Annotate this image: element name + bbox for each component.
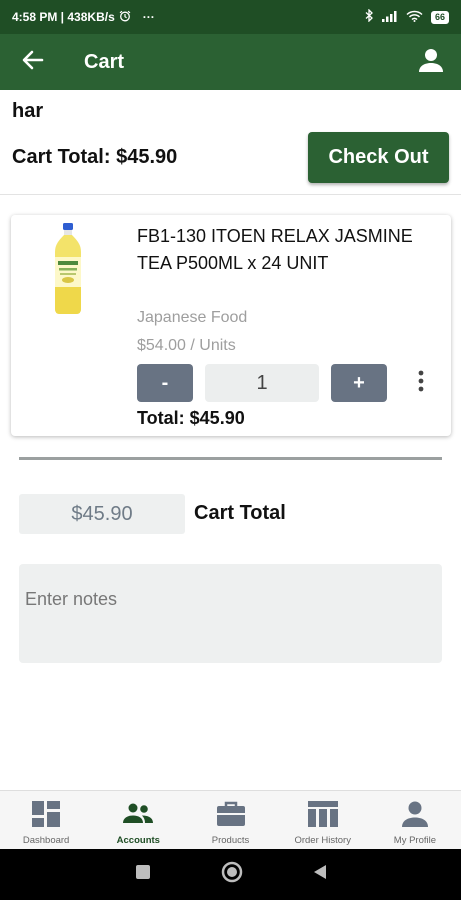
- status-left: 4:58 PM | 438KB/s ···: [12, 10, 155, 25]
- status-time-speed: 4:58 PM | 438KB/s: [12, 10, 115, 24]
- customer-name: har: [12, 100, 44, 122]
- status-right: 66: [365, 8, 449, 25]
- cart-total-heading: Cart Total: $45.90: [12, 146, 178, 168]
- arrow-left-icon: [22, 50, 44, 75]
- system-navigation-bar: [0, 849, 461, 900]
- nav-label: Dashboard: [22, 835, 70, 846]
- product-unit-price: $54.00 / Units: [137, 337, 236, 354]
- people-icon: [123, 800, 154, 828]
- back-triangle-icon[interactable]: [313, 864, 327, 885]
- profile-button[interactable]: [401, 34, 461, 90]
- page-title: Cart: [84, 50, 125, 73]
- cart-total-label: Cart Total: [194, 502, 286, 524]
- nav-label: Products: [211, 835, 250, 846]
- battery-indicator: 66: [430, 10, 449, 24]
- recents-icon[interactable]: [135, 864, 151, 885]
- nav-item-dashboard[interactable]: Dashboard: [0, 791, 92, 849]
- nav-item-order-history[interactable]: Order History: [277, 791, 369, 849]
- bottom-navigation: Dashboard Accounts Products Order Histor…: [0, 790, 461, 849]
- product-name: FB1-130 ITOEN RELAX JASMINE TEA P500ML x…: [137, 226, 413, 273]
- person-icon: [400, 800, 430, 828]
- section-divider: [19, 457, 442, 460]
- nav-label: Accounts: [116, 835, 160, 846]
- nav-item-products[interactable]: Products: [184, 791, 276, 849]
- status-bar: 4:58 PM | 438KB/s ··· 66: [0, 0, 461, 34]
- divider: [0, 194, 461, 195]
- signal-icon: [381, 10, 398, 25]
- more-vertical-icon: [418, 370, 424, 397]
- decrease-quantity-button[interactable]: -: [137, 364, 193, 402]
- nav-label: Order History: [294, 835, 351, 846]
- cart-item-card: FB1-130 ITOEN RELAX JASMINE TEA P500ML x…: [11, 215, 451, 436]
- item-total: Total: $45.90: [137, 408, 245, 428]
- status-overflow: ···: [142, 10, 155, 24]
- product-image: [51, 223, 85, 315]
- bluetooth-icon: [365, 8, 374, 25]
- table-icon: [307, 800, 338, 828]
- product-category: Japanese Food: [137, 309, 248, 326]
- back-button[interactable]: [0, 34, 66, 90]
- home-icon[interactable]: [221, 861, 243, 888]
- quantity-field[interactable]: 1: [205, 364, 319, 402]
- person-icon: [418, 47, 444, 78]
- wifi-icon: [406, 10, 423, 25]
- nav-label: My Profile: [393, 835, 437, 846]
- dashboard-icon: [31, 800, 61, 828]
- checkout-button[interactable]: Check Out: [308, 132, 449, 183]
- alarm-icon: [119, 10, 131, 25]
- notes-input[interactable]: Enter notes: [19, 564, 442, 663]
- app-bar: Cart: [0, 34, 461, 90]
- increase-quantity-button[interactable]: +: [331, 364, 387, 402]
- cart-total-value: $45.90: [19, 494, 185, 534]
- briefcase-icon: [216, 800, 246, 828]
- nav-item-my-profile[interactable]: My Profile: [369, 791, 461, 849]
- nav-item-accounts[interactable]: Accounts: [92, 791, 184, 849]
- more-options-button[interactable]: [409, 367, 433, 399]
